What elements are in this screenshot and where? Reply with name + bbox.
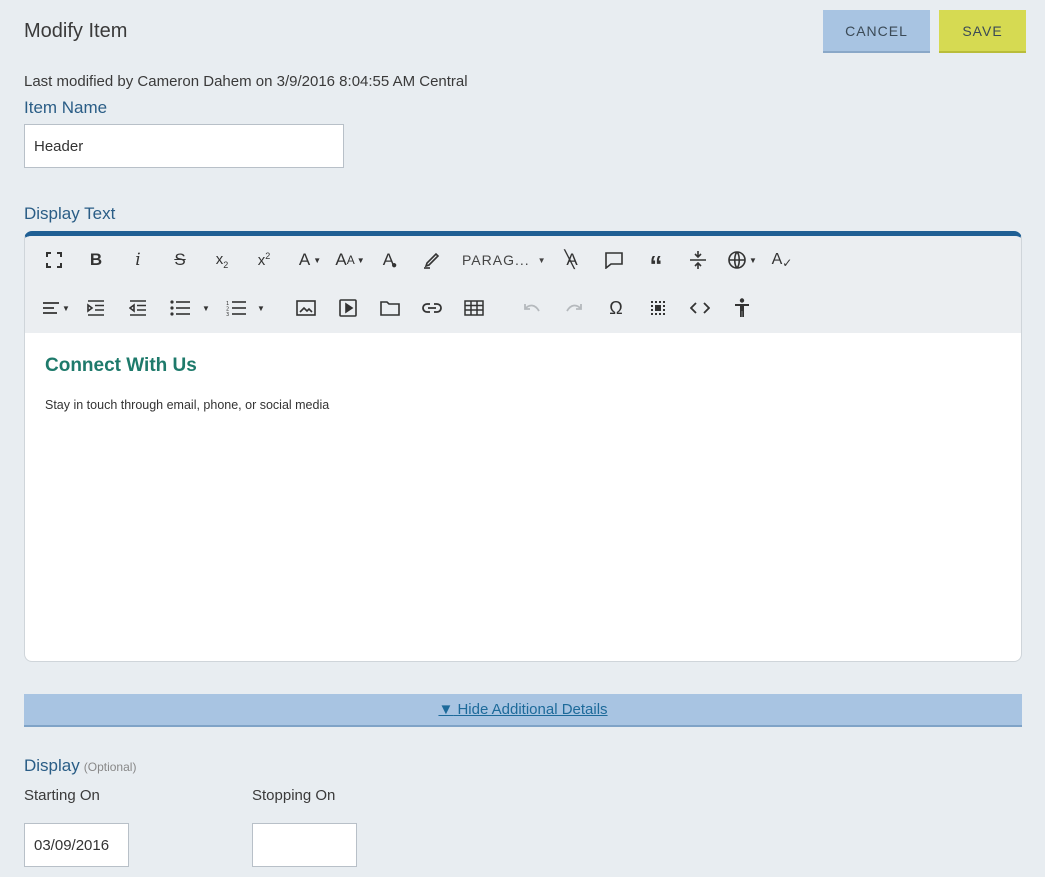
editor-toolbar: B i S x2 x2 A ▼ A A ▼ A ● PARAG... ▼ A ╲…	[25, 236, 1021, 333]
background-color-icon[interactable]	[417, 245, 447, 275]
comment-icon[interactable]	[599, 245, 629, 275]
last-modified-text: Last modified by Cameron Dahem on 3/9/20…	[24, 73, 468, 90]
optional-badge: (Optional)	[83, 760, 137, 774]
hide-details-link[interactable]: ▼ Hide Additional Details	[438, 701, 607, 718]
content-heading: Connect With Us	[45, 355, 197, 376]
page-title: Modify Item	[24, 20, 128, 42]
editor-content[interactable]: Connect With Us Stay in touch through em…	[25, 333, 1021, 434]
numbered-list-icon[interactable]: 123	[221, 293, 251, 323]
font-family-icon[interactable]: A ▼	[293, 245, 327, 275]
item-name-input[interactable]: Header	[24, 124, 344, 168]
link-icon[interactable]	[417, 293, 447, 323]
display-section-label: Display (Optional)	[24, 756, 136, 776]
display-label: Display	[24, 756, 80, 775]
spellcheck-icon[interactable]: A ✓	[767, 245, 797, 275]
subscript-icon[interactable]: x2	[207, 245, 237, 275]
paragraph-format-label: PARAG...	[462, 252, 530, 268]
svg-text:3: 3	[226, 312, 229, 316]
outdent-icon[interactable]	[123, 293, 153, 323]
accessibility-icon[interactable]	[727, 293, 757, 323]
starting-on-input[interactable]: 03/09/2016	[24, 823, 129, 867]
indent-icon[interactable]	[81, 293, 111, 323]
content-paragraph: Stay in touch through email, phone, or s…	[45, 398, 330, 412]
paragraph-format-dropdown[interactable]: PARAG... ▼	[462, 245, 547, 275]
folder-icon[interactable]	[375, 293, 405, 323]
insert-video-icon[interactable]	[333, 293, 363, 323]
redo-icon[interactable]	[559, 293, 589, 323]
text-color-icon[interactable]: A ●	[375, 245, 405, 275]
starting-on-label: Starting On	[24, 787, 100, 804]
table-icon[interactable]	[459, 293, 489, 323]
select-all-icon[interactable]	[643, 293, 673, 323]
fullscreen-icon[interactable]	[39, 245, 69, 275]
special-characters-icon[interactable]: Ω	[601, 293, 631, 323]
font-size-icon[interactable]: A A ▼	[331, 245, 369, 275]
strikethrough-icon[interactable]: S	[165, 245, 195, 275]
triangle-down-icon: ▼	[438, 701, 454, 718]
save-button[interactable]: SAVE	[939, 10, 1026, 53]
italic-icon[interactable]: i	[123, 245, 153, 275]
hide-details-label: Hide Additional Details	[457, 701, 608, 718]
details-toggle-bar[interactable]: ▼ Hide Additional Details	[24, 694, 1022, 727]
item-name-label: Item Name	[24, 98, 108, 117]
globe-icon[interactable]: ▼	[725, 245, 759, 275]
display-text-label: Display Text	[24, 204, 116, 223]
clear-formatting-icon[interactable]: A ╲	[557, 245, 587, 275]
horizontal-line-icon[interactable]	[683, 245, 713, 275]
superscript-icon[interactable]: x2	[249, 245, 279, 275]
stopping-on-input[interactable]	[252, 823, 357, 867]
stopping-on-label: Stopping On	[252, 787, 336, 804]
numbered-list-chevron-down-icon[interactable]: ▼	[252, 293, 270, 323]
align-icon[interactable]: ▼	[39, 293, 73, 323]
insert-image-icon[interactable]	[291, 293, 321, 323]
quote-icon[interactable]: “	[641, 245, 671, 278]
bold-icon[interactable]: B	[81, 245, 111, 275]
chevron-down-icon: ▼	[537, 255, 547, 265]
undo-icon[interactable]	[517, 293, 547, 323]
rich-text-editor: B i S x2 x2 A ▼ A A ▼ A ● PARAG... ▼ A ╲…	[24, 231, 1022, 662]
cancel-button[interactable]: CANCEL	[823, 10, 930, 53]
bullet-list-chevron-down-icon[interactable]: ▼	[197, 293, 215, 323]
code-view-icon[interactable]	[685, 293, 715, 323]
bullet-list-icon[interactable]	[165, 293, 195, 323]
